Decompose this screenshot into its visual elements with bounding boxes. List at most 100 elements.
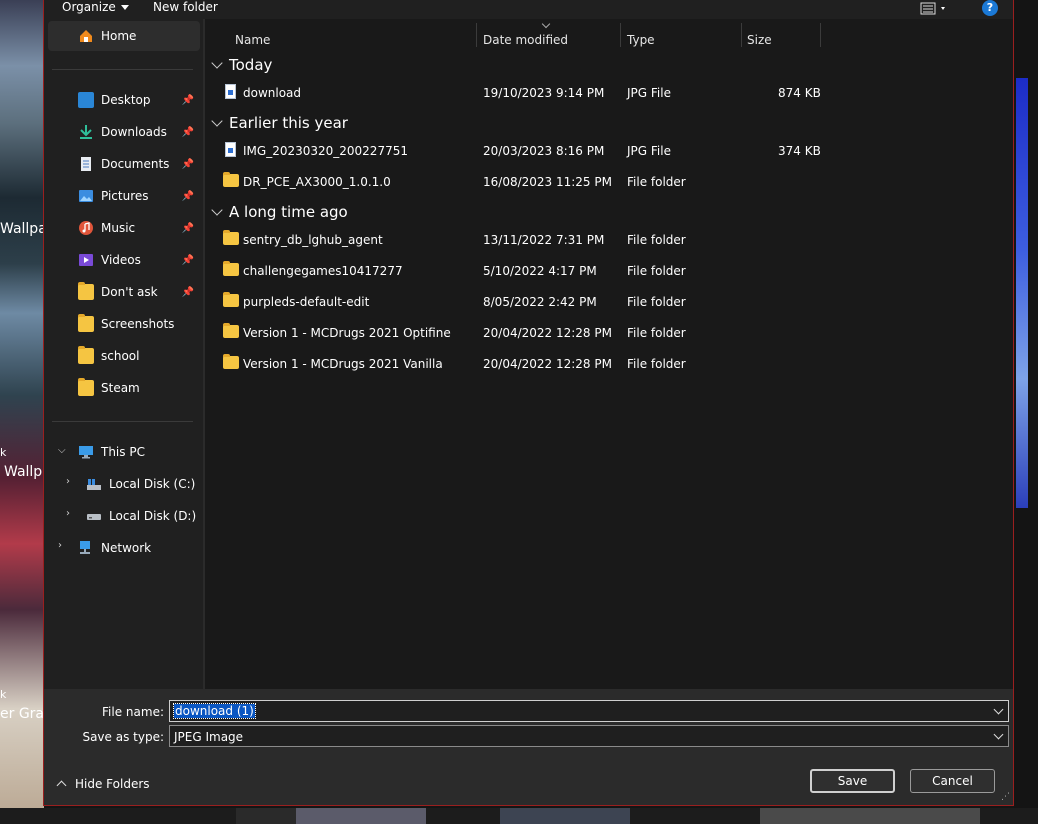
column-header-name[interactable]: Name (235, 33, 270, 47)
table-row[interactable]: sentry_db_lghub_agent 13/11/2022 7:31 PM… (205, 225, 1013, 255)
file-name-input[interactable]: download (1) (169, 700, 1009, 722)
nav-item-label: Desktop (101, 93, 151, 107)
nav-item-desktop[interactable]: Desktop 📌 (48, 85, 200, 115)
file-date: 19/10/2023 9:14 PM (483, 86, 605, 100)
group-title: Earlier this year (229, 114, 348, 132)
file-date: 13/11/2022 7:31 PM (483, 233, 605, 247)
table-row[interactable]: IMG_20230320_200227751 20/03/2023 8:16 P… (205, 136, 1013, 166)
table-row[interactable]: DR_PCE_AX3000_1.0.1.0 16/08/2023 11:25 P… (205, 167, 1013, 197)
nav-item-label: Screenshots (101, 317, 175, 331)
folder-icon (223, 172, 239, 187)
chevron-right-icon: › (66, 508, 70, 519)
view-options-button[interactable] (920, 1, 948, 18)
chevron-right-icon: › (58, 540, 62, 551)
nav-item-network[interactable]: › Network (48, 533, 200, 563)
column-header-type[interactable]: Type (627, 33, 655, 47)
table-row[interactable]: challengegames10417277 5/10/2022 4:17 PM… (205, 256, 1013, 286)
bg-text: k (0, 688, 7, 701)
nav-item-steam[interactable]: Steam (48, 373, 200, 403)
nav-item-label: Steam (101, 381, 140, 395)
nav-item-label: Music (101, 221, 136, 235)
nav-item-screenshots[interactable]: Screenshots (48, 309, 200, 339)
nav-item-downloads[interactable]: Downloads 📌 (48, 117, 200, 147)
column-divider[interactable] (476, 23, 477, 47)
group-header-a-long-time-ago[interactable]: A long time ago (211, 203, 348, 221)
nav-item-videos[interactable]: Videos 📌 (48, 245, 200, 275)
file-name: purpleds-default-edit (243, 295, 370, 309)
drive-icon (87, 514, 101, 520)
nav-item-local-disk-d[interactable]: › Local Disk (D:) (48, 501, 200, 531)
save-options-panel: File name: download (1) Save as type: JP… (44, 689, 1013, 805)
group-header-today[interactable]: Today (211, 56, 272, 74)
nav-item-documents[interactable]: Documents 📌 (48, 149, 200, 179)
pictures-icon (79, 190, 93, 202)
table-row[interactable]: purpleds-default-edit 8/05/2022 2:42 PM … (205, 287, 1013, 317)
file-name: Version 1 - MCDrugs 2021 Optifine (243, 326, 451, 340)
column-divider[interactable] (741, 23, 742, 47)
folder-icon (78, 346, 94, 364)
column-divider[interactable] (820, 23, 821, 47)
home-icon (80, 30, 92, 42)
pin-icon: 📌 (181, 286, 194, 298)
file-type: File folder (627, 357, 686, 371)
file-type: JPG File (627, 144, 671, 158)
nav-item-dont-ask[interactable]: Don't ask 📌 (48, 277, 200, 307)
save-type-select[interactable]: JPEG Image (169, 725, 1009, 747)
save-type-value: JPEG Image (174, 730, 244, 744)
group-title: A long time ago (229, 203, 348, 221)
column-divider[interactable] (620, 23, 621, 47)
file-list: Name Date modified Type Size Today downl… (205, 19, 1013, 689)
column-header-size[interactable]: Size (747, 33, 772, 47)
save-button[interactable]: Save (810, 769, 895, 793)
cancel-button[interactable]: Cancel (910, 769, 995, 793)
resize-grip-icon[interactable]: ⋰ (1001, 792, 1010, 802)
nav-item-music[interactable]: Music 📌 (48, 213, 200, 243)
folder-icon (223, 261, 239, 276)
table-row[interactable]: Version 1 - MCDrugs 2021 Optifine 20/04/… (205, 318, 1013, 348)
file-name: IMG_20230320_200227751 (243, 144, 408, 158)
hide-folders-label: Hide Folders (75, 777, 150, 791)
divider (52, 421, 193, 422)
file-date: 16/08/2023 11:25 PM (483, 175, 612, 189)
table-row[interactable]: download 19/10/2023 9:14 PM JPG File 874… (205, 78, 1013, 108)
nav-item-label: Don't ask (101, 285, 158, 299)
navigation-pane: Home Desktop 📌 Downloads 📌 Documents 📌 Pict… (44, 19, 204, 689)
pin-icon: 📌 (181, 94, 194, 106)
file-type: JPG File (627, 86, 671, 100)
nav-item-label: Local Disk (D:) (109, 509, 197, 523)
nav-item-home[interactable]: Home (48, 21, 200, 51)
help-button[interactable]: ? (982, 0, 998, 16)
chevron-right-icon: › (66, 476, 70, 487)
folder-icon (78, 378, 94, 396)
nav-item-this-pc[interactable]: ⌵ This PC (48, 437, 200, 467)
nav-item-local-disk-c[interactable]: › Local Disk (C:) (48, 469, 200, 499)
chevron-down-icon[interactable] (993, 704, 1004, 715)
save-dialog: Organize New folder ? Home Desktop 📌 Down… (43, 0, 1014, 806)
group-header-earlier-this-year[interactable]: Earlier this year (211, 114, 348, 132)
chevron-down-icon (120, 5, 129, 10)
nav-item-label: Local Disk (C:) (109, 477, 196, 491)
toolbar: Organize New folder ? (44, 0, 1013, 19)
pin-icon: 📌 (181, 126, 194, 138)
nav-item-label: Videos (101, 253, 141, 267)
download-arrow-icon (80, 125, 92, 139)
folder-icon (223, 292, 239, 307)
file-name: Version 1 - MCDrugs 2021 Vanilla (243, 357, 443, 371)
folder-icon (78, 314, 94, 332)
hide-folders-button[interactable]: Hide Folders (54, 777, 150, 791)
chevron-down-icon (211, 57, 223, 69)
nav-item-label: school (101, 349, 140, 363)
new-folder-button[interactable]: New folder (153, 0, 218, 14)
background-wallpaper-left: Wallpap k Wallpa k er Grap (0, 0, 56, 824)
folder-icon (78, 282, 94, 300)
background-wallpaper-bottom (0, 808, 1038, 824)
column-header-date[interactable]: Date modified (483, 33, 568, 47)
table-row[interactable]: Version 1 - MCDrugs 2021 Vanilla 20/04/2… (205, 349, 1013, 379)
nav-item-school[interactable]: school (48, 341, 200, 371)
nav-item-pictures[interactable]: Pictures 📌 (48, 181, 200, 211)
pin-icon: 📌 (181, 158, 194, 170)
file-type: File folder (627, 264, 686, 278)
organize-button[interactable]: Organize (62, 0, 129, 14)
music-icon (79, 221, 93, 235)
network-icon (80, 541, 90, 554)
